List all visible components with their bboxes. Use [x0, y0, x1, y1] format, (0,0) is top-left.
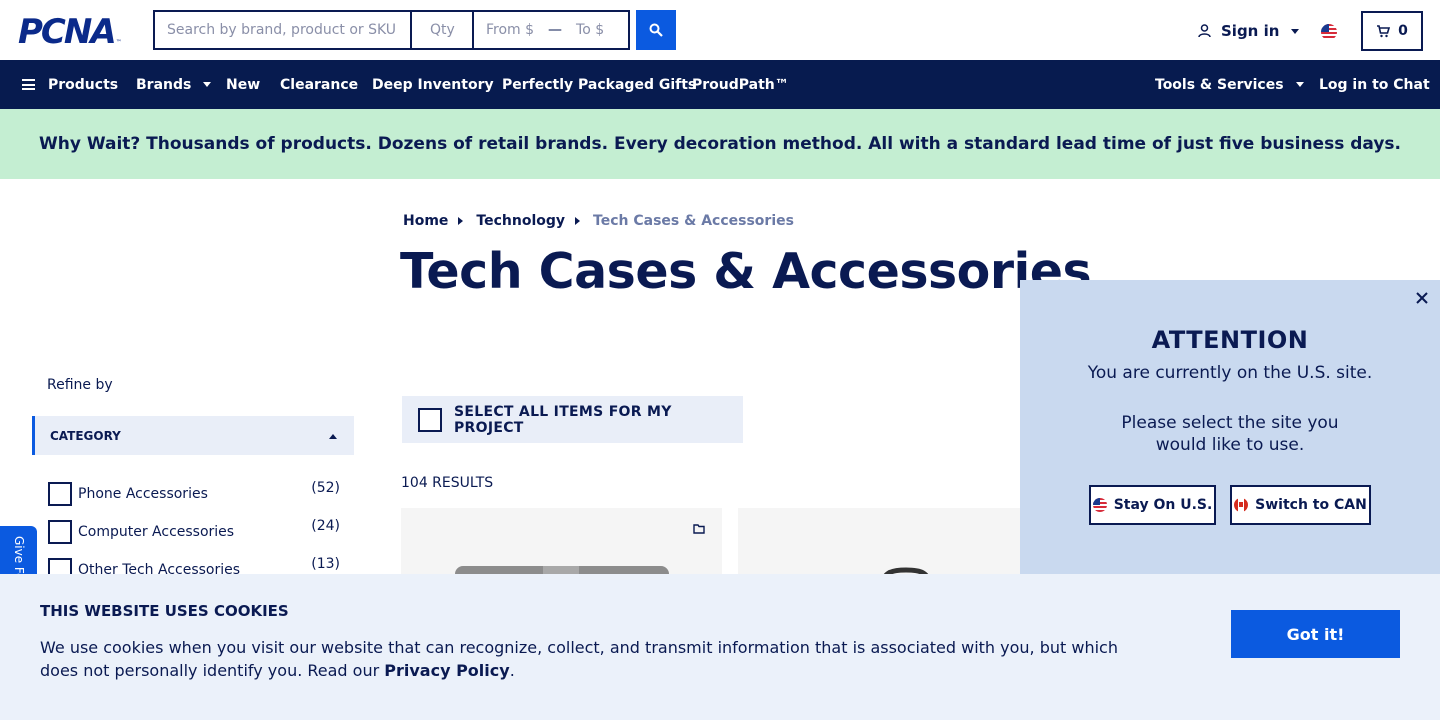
cart-count: 0 [1398, 23, 1408, 39]
select-all-items[interactable]: SELECT ALL ITEMS FOR MY PROJECT [402, 396, 743, 443]
breadcrumb-home[interactable]: Home [403, 213, 448, 229]
category-count: (52) [311, 480, 340, 496]
site-header: PCNA ™ Search by brand, product or SKU Q… [0, 0, 1440, 60]
us-flag-icon [1092, 498, 1107, 512]
nav-brands-label: Brands [136, 76, 192, 93]
menu-icon [22, 79, 35, 90]
category-filter-header[interactable]: CATEGORY [32, 416, 354, 455]
page-title: Tech Cases & Accessories [400, 243, 1092, 300]
logo-text: PCNA [18, 12, 117, 52]
breadcrumb-technology[interactable]: Technology [476, 213, 565, 229]
nav-new[interactable]: New [226, 60, 260, 109]
breadcrumb: Home Technology Tech Cases & Accessories [403, 213, 794, 229]
nav-tools-services[interactable]: Tools & Services [1155, 60, 1304, 109]
pcna-logo[interactable]: PCNA ™ [18, 12, 122, 52]
cookie-body: We use cookies when you visit our websit… [40, 638, 1118, 680]
main-nav: Products Brands New Clearance Deep Inven… [0, 60, 1440, 109]
folder-icon[interactable] [693, 524, 705, 534]
qty-input[interactable]: Qty [412, 12, 474, 48]
chevron-down-icon [203, 82, 212, 87]
cookie-banner: THIS WEBSITE USES COOKIES We use cookies… [0, 574, 1440, 720]
switch-to-can-button[interactable]: Switch to CAN [1230, 485, 1371, 525]
cookie-accept-button[interactable]: Got it! [1231, 610, 1400, 658]
search-group: Search by brand, product or SKU Qty From… [153, 10, 630, 50]
nav-clearance[interactable]: Clearance [280, 60, 358, 109]
cart-icon [1377, 24, 1391, 37]
nav-deep-inventory[interactable]: Deep Inventory [372, 60, 494, 109]
user-icon [1198, 24, 1211, 38]
nav-proudpath[interactable]: ProudPath™ [692, 60, 789, 109]
canada-flag-icon [1234, 498, 1249, 512]
price-to-input[interactable]: To $ [576, 22, 604, 38]
category-count: (13) [311, 556, 340, 572]
category-count: (24) [311, 518, 340, 534]
chevron-down-icon [1295, 82, 1304, 87]
sign-in-label: Sign in [1221, 22, 1280, 40]
attention-current-site: You are currently on the U.S. site. [1087, 363, 1373, 383]
switch-can-label: Switch to CAN [1255, 497, 1367, 513]
cookie-text: We use cookies when you visit our websit… [40, 636, 1140, 682]
select-all-checkbox[interactable] [418, 407, 442, 432]
nav-gifts[interactable]: Perfectly Packaged Gifts [502, 60, 696, 109]
stay-on-us-button[interactable]: Stay On U.S. [1089, 485, 1216, 525]
nav-tools-label: Tools & Services [1155, 76, 1284, 93]
stay-us-label: Stay On U.S. [1113, 497, 1213, 513]
cookie-period: . [509, 661, 515, 680]
logo-trademark: ™ [115, 39, 122, 46]
nav-products-label: Products [48, 76, 119, 93]
attention-message: Please select the site you would like to… [1121, 413, 1339, 455]
results-count: 104 RESULTS [401, 475, 494, 491]
cart-button[interactable]: 0 [1361, 11, 1423, 51]
sign-in-button[interactable]: Sign in [1198, 22, 1300, 40]
category-header-label: CATEGORY [50, 428, 121, 443]
price-range: From $ — To $ [474, 12, 630, 48]
category-label: Computer Accessories [78, 524, 235, 540]
price-from-input[interactable]: From $ [486, 22, 534, 38]
refine-by-label: Refine by [47, 377, 113, 393]
nav-brands[interactable]: Brands [136, 60, 212, 109]
nav-products[interactable]: Products [22, 60, 118, 109]
category-item-computer[interactable]: Computer Accessories (24) [48, 518, 340, 544]
category-item-phone[interactable]: Phone Accessories (52) [48, 480, 340, 506]
promo-banner: Why Wait? Thousands of products. Dozens … [0, 109, 1440, 179]
category-label: Phone Accessories [78, 486, 208, 502]
us-flag-icon[interactable] [1321, 24, 1337, 40]
search-icon [649, 23, 663, 37]
breadcrumb-arrow-icon [575, 217, 581, 225]
search-input[interactable]: Search by brand, product or SKU [155, 12, 412, 48]
breadcrumb-arrow-icon [458, 217, 464, 225]
breadcrumb-current: Tech Cases & Accessories [593, 213, 794, 229]
checkbox[interactable] [48, 482, 72, 506]
site-selector-popup: ATTENTION You are currently on the U.S. … [1020, 280, 1440, 580]
search-button[interactable] [636, 10, 676, 50]
attention-title: ATTENTION [1151, 326, 1309, 354]
promo-text: Why Wait? Thousands of products. Dozens … [38, 134, 1402, 154]
select-all-label: SELECT ALL ITEMS FOR MY PROJECT [454, 403, 672, 436]
close-icon[interactable] [1414, 290, 1430, 306]
chevron-up-icon [329, 434, 337, 439]
checkbox[interactable] [48, 520, 72, 544]
cookie-title: THIS WEBSITE USES COOKIES [40, 602, 289, 620]
chevron-down-icon [1291, 28, 1300, 34]
price-separator: — [548, 22, 563, 38]
nav-log-in-chat[interactable]: Log in to Chat [1319, 60, 1430, 109]
privacy-policy-link[interactable]: Privacy Policy [384, 661, 509, 680]
